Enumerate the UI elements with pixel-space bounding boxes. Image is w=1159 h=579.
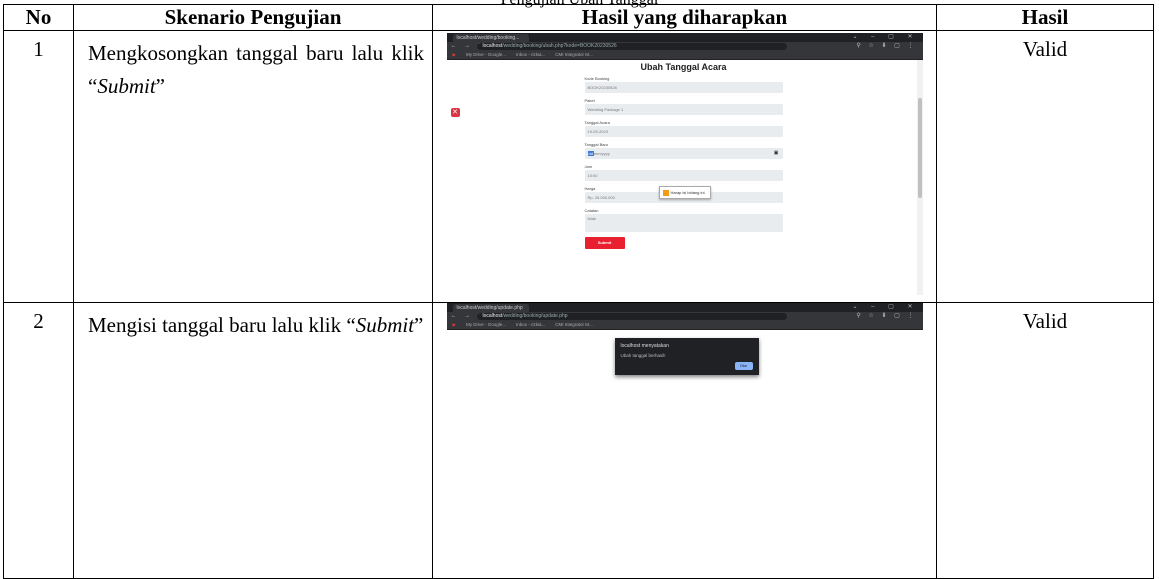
booking-code-field: BOOK20230526 bbox=[584, 82, 783, 93]
alert-ok-button: Oke bbox=[734, 362, 753, 370]
notes-field: tidak bbox=[584, 214, 783, 232]
url-path: /wedding/booking/ubah.php?kode=BOOK20230… bbox=[502, 43, 617, 49]
field-label: Catatan bbox=[584, 208, 599, 213]
url-field: localhost/wedding/booking/update.php bbox=[476, 313, 787, 320]
youtube-icon: ▶ bbox=[452, 322, 456, 327]
page-scrollbar bbox=[916, 60, 923, 295]
scenario-emphasis: Submit bbox=[97, 74, 156, 98]
close-icon: ✕ bbox=[450, 108, 460, 117]
url-field: localhost/wedding/booking/ubah.php?kode=… bbox=[476, 43, 787, 50]
web-page: ✕ Ubah Tanggal Acara Kode Booking BOOK20… bbox=[446, 60, 923, 295]
scenario-text: Mengisi tanggal baru lalu klik “ bbox=[88, 313, 356, 337]
header-hasil: Hasil bbox=[936, 4, 1154, 31]
warning-icon bbox=[662, 189, 669, 196]
extension-icons: ⚲ ☆ ⬇ ▢ ⋮ bbox=[856, 43, 917, 49]
event-date-field: 19-05-2023 bbox=[584, 126, 783, 137]
new-date-field: ddmm/yyyy ▣ bbox=[584, 148, 783, 159]
url-path: /wedding/booking/update.php bbox=[502, 313, 568, 319]
field-label: Paket bbox=[584, 98, 595, 103]
table-row: 1 Mengkosongkan tanggal baru lalu klik “… bbox=[3, 30, 1154, 303]
time-field: 10:00 bbox=[584, 170, 783, 181]
scenario-close-quote: ” bbox=[155, 74, 165, 98]
calendar-icon: ▣ bbox=[773, 150, 779, 156]
bookmark-item: Inbox - rizkia... bbox=[515, 52, 546, 57]
expected-result-cell: localhost/wedding/update.php ⌄ – ▢ ✕ ← →… bbox=[432, 302, 937, 579]
alert-message: Ubah tanggal berhasil! bbox=[620, 353, 666, 358]
scenario-cell: Mengkosongkan tanggal baru lalu klik “Su… bbox=[73, 30, 433, 303]
bookmarks-bar: ▶ My Drive - Google... Inbox - rizkia... CM… bbox=[446, 51, 923, 60]
row-number: 2 bbox=[3, 302, 74, 579]
result-cell: Valid bbox=[936, 30, 1154, 303]
scenario-emphasis: Submit bbox=[355, 313, 415, 337]
header-no: No bbox=[3, 4, 74, 31]
scenario-cell: Mengisi tanggal baru lalu klik “Submit” bbox=[73, 302, 433, 579]
extension-icons: ⚲ ☆ ⬇ ▢ ⋮ bbox=[856, 313, 917, 319]
tooltip-text: Harap isi bidang ini. bbox=[670, 190, 706, 195]
result-cell: Valid bbox=[936, 302, 1154, 579]
field-label: Tanggal Acara bbox=[584, 120, 610, 125]
field-label: Jam bbox=[584, 164, 593, 169]
browser-address-bar: ← → ✕ localhost/wedding/booking/update.p… bbox=[446, 312, 923, 321]
browser-screenshot: localhost/wedding/update.php ⌄ – ▢ ✕ ← →… bbox=[446, 303, 923, 377]
window-controls-icon: ⌄ – ▢ ✕ bbox=[852, 34, 919, 40]
browser-tab: localhost/wedding/booking... bbox=[452, 34, 529, 42]
test-table: No Skenario Pengujian Hasil yang diharap… bbox=[3, 4, 1154, 579]
change-date-form: Ubah Tanggal Acara Kode Booking BOOK2023… bbox=[584, 62, 783, 249]
form-title: Ubah Tanggal Acara bbox=[640, 62, 727, 72]
browser-tab: localhost/wedding/update.php bbox=[452, 304, 529, 312]
browser-tab-bar: localhost/wedding/booking... ⌄ – ▢ ✕ bbox=[446, 33, 923, 42]
date-rest-segment: mm/yyyy bbox=[593, 151, 610, 156]
package-field: Wedding Package 1 bbox=[584, 104, 783, 115]
header-skenario: Skenario Pengujian bbox=[73, 4, 433, 31]
window-controls-icon: ⌄ – ▢ ✕ bbox=[852, 304, 919, 310]
submit-button: Submit bbox=[584, 237, 625, 249]
table-row: 2 Mengisi tanggal baru lalu klik “Submit… bbox=[3, 302, 1154, 579]
field-label: Kode Booking bbox=[584, 76, 610, 81]
validation-tooltip: Harap isi bidang ini. bbox=[658, 186, 711, 199]
field-label: Tanggal Baru bbox=[584, 142, 609, 147]
bookmark-item: CMI Integrator M... bbox=[555, 322, 593, 327]
url-host: localhost bbox=[482, 313, 503, 319]
youtube-icon: ▶ bbox=[452, 52, 456, 57]
url-host: localhost bbox=[482, 43, 503, 49]
alert-dialog: localhost menyatakan Ubah tanggal berhas… bbox=[614, 338, 759, 375]
scenario-close-quote: ” bbox=[414, 313, 424, 337]
header-hasil-diharapkan: Hasil yang diharapkan bbox=[432, 4, 937, 31]
scrollbar-thumb bbox=[917, 98, 922, 198]
alert-title: localhost menyatakan bbox=[620, 343, 669, 349]
row-number: 1 bbox=[3, 30, 74, 303]
browser-screenshot: localhost/wedding/booking... ⌄ – ▢ ✕ ← →… bbox=[446, 33, 923, 295]
bookmark-item: My Drive - Google... bbox=[465, 322, 506, 327]
bookmark-item: CMI Integrator M... bbox=[555, 52, 593, 57]
bookmarks-bar: ▶ My Drive - Google... Inbox - rizkia... CM… bbox=[446, 321, 923, 330]
browser-tab-bar: localhost/wedding/update.php ⌄ – ▢ ✕ bbox=[446, 303, 923, 312]
table-header-row: No Skenario Pengujian Hasil yang diharap… bbox=[3, 4, 1154, 31]
bookmark-item: Inbox - rizkia... bbox=[515, 322, 546, 327]
expected-result-cell: localhost/wedding/booking... ⌄ – ▢ ✕ ← →… bbox=[432, 30, 937, 303]
bookmark-item: My Drive - Google... bbox=[465, 52, 506, 57]
browser-address-bar: ← → ⟳ localhost/wedding/booking/ubah.php… bbox=[446, 42, 923, 51]
